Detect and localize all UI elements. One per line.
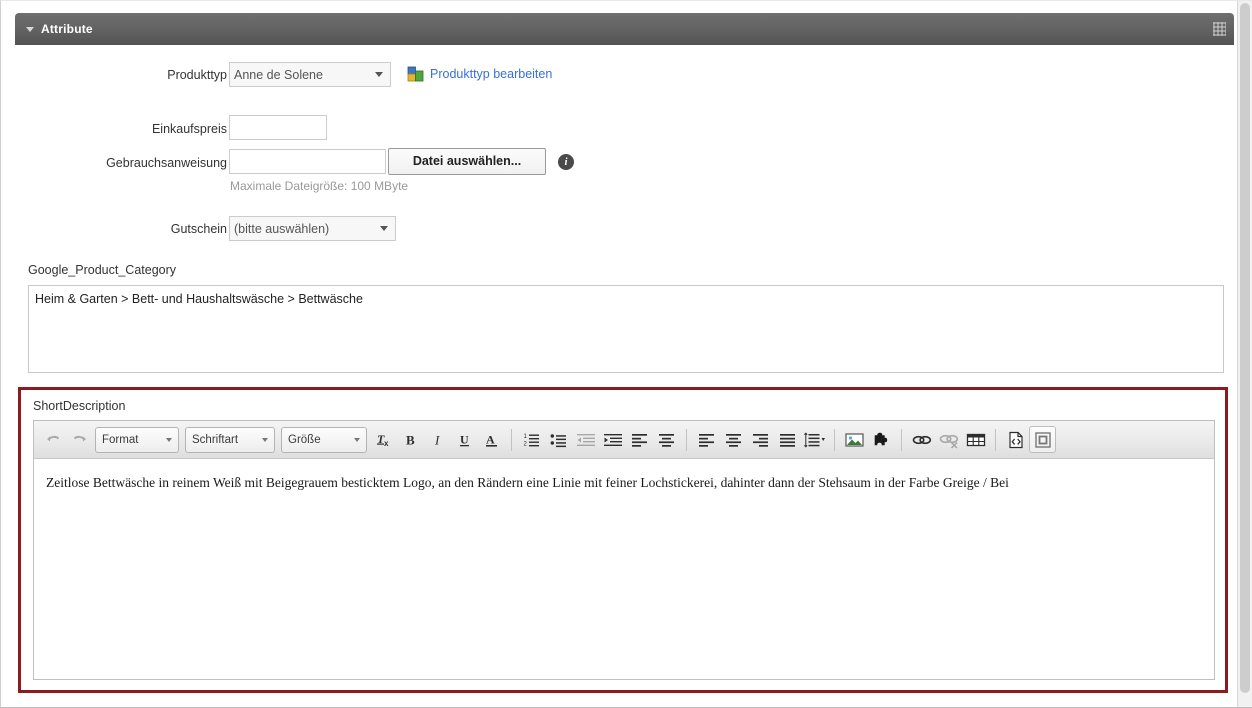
chevron-down-icon[interactable] <box>26 27 34 32</box>
combo-format[interactable]: Format <box>95 426 179 453</box>
button-datei-auswaehlen[interactable]: Datei auswählen... <box>388 148 546 175</box>
unlink-icon[interactable] <box>935 426 962 453</box>
label-einkaufspreis: Einkaufspreis <box>151 122 227 136</box>
numbered-list-icon[interactable]: 1 2 <box>518 426 545 453</box>
combo-schriftart-label: Schriftart <box>192 433 239 446</box>
editor-paragraph: Zeitlose Bettwäsche in reinem Weiß mit B… <box>46 475 1009 490</box>
align-left-2-icon[interactable] <box>693 426 720 453</box>
rich-text-editor: Format Schriftart Größe T x B I U A 1 2 … <box>33 420 1215 680</box>
editor-toolbar: Format Schriftart Größe T x B I U A 1 2 <box>34 421 1214 459</box>
insert-template-icon[interactable] <box>868 426 895 453</box>
toolbar-separator-5 <box>995 428 996 451</box>
toolbar-separator-4 <box>901 428 902 451</box>
vertical-scrollbar[interactable] <box>1237 1 1252 707</box>
short-description-section: ShortDescription Format Schriftart Größe… <box>18 387 1228 693</box>
scrollbar-thumb[interactable] <box>1240 3 1250 693</box>
svg-text:B: B <box>406 432 415 447</box>
link-produkttyp-bearbeiten[interactable]: Produkttyp bearbeiten <box>430 67 552 81</box>
align-justify-icon[interactable] <box>774 426 801 453</box>
cubes-icon <box>407 66 424 82</box>
svg-text:I: I <box>434 432 440 447</box>
increase-indent-icon[interactable] <box>599 426 626 453</box>
bulleted-list-icon[interactable] <box>545 426 572 453</box>
combo-groesse[interactable]: Größe <box>281 426 367 453</box>
combo-groesse-label: Größe <box>288 433 321 446</box>
combo-schriftart[interactable]: Schriftart <box>185 426 275 453</box>
underline-icon[interactable]: U <box>451 426 478 453</box>
panel-header-attribute[interactable]: Attribute <box>15 13 1234 45</box>
bold-icon[interactable]: B <box>397 426 424 453</box>
select-gutschein[interactable]: (bitte auswählen) <box>229 216 396 241</box>
show-blocks-icon[interactable] <box>1029 426 1056 453</box>
text-color-icon[interactable]: A <box>478 426 505 453</box>
toolbar-separator-1 <box>511 428 512 451</box>
align-center-icon[interactable] <box>653 426 680 453</box>
source-code-icon[interactable] <box>1002 426 1029 453</box>
chevron-down-icon-format <box>166 437 172 442</box>
align-right-icon[interactable] <box>747 426 774 453</box>
label-gutschein: Gutschein <box>170 222 227 236</box>
italic-icon[interactable]: I <box>424 426 451 453</box>
select-produkttyp[interactable]: Anne de Solene <box>229 62 391 87</box>
remove-format-icon[interactable]: T x <box>370 426 397 453</box>
insert-link-icon[interactable] <box>908 426 935 453</box>
editor-content-area[interactable]: Zeitlose Bettwäsche in reinem Weiß mit B… <box>34 460 1214 679</box>
chevron-down-icon-schriftart <box>262 437 268 442</box>
insert-image-icon[interactable] <box>841 426 868 453</box>
label-gebrauchsanweisung: Gebrauchsanweisung <box>106 156 227 170</box>
svg-text:A: A <box>486 432 495 446</box>
resize-grip-icon[interactable] <box>1213 22 1226 36</box>
svg-text:2: 2 <box>523 441 527 447</box>
toolbar-separator-3 <box>834 428 835 451</box>
content-area: Attribute Produkttyp Anne de Solene Prod… <box>2 2 1234 707</box>
chevron-down-icon-groesse <box>354 437 360 442</box>
svg-text:U: U <box>460 432 469 446</box>
label-google-product-category: Google_Product_Category <box>28 263 177 277</box>
insert-table-icon[interactable] <box>962 426 989 453</box>
svg-text:1: 1 <box>523 434 527 440</box>
svg-text:x: x <box>384 439 389 448</box>
align-left-icon[interactable] <box>626 426 653 453</box>
line-height-icon[interactable] <box>801 426 828 453</box>
combo-format-label: Format <box>102 433 139 446</box>
undo-icon[interactable] <box>40 427 66 453</box>
label-produkttyp: Produkttyp <box>167 68 227 82</box>
label-short-description: ShortDescription <box>33 399 126 413</box>
info-icon[interactable]: i <box>558 154 574 170</box>
input-einkaufspreis[interactable] <box>229 115 327 140</box>
decrease-indent-icon[interactable] <box>572 426 599 453</box>
panel-header-title: Attribute <box>41 22 93 36</box>
toolbar-separator-2 <box>686 428 687 451</box>
page-root: Attribute Produkttyp Anne de Solene Prod… <box>0 0 1252 708</box>
redo-icon[interactable] <box>66 427 92 453</box>
hint-max-filesize: Maximale Dateigröße: 100 MByte <box>230 179 409 193</box>
align-center-2-icon[interactable] <box>720 426 747 453</box>
input-gebrauchsanweisung[interactable] <box>229 149 386 174</box>
textarea-google-product-category[interactable]: Heim & Garten > Bett- und Haushaltswäsch… <box>28 285 1224 373</box>
